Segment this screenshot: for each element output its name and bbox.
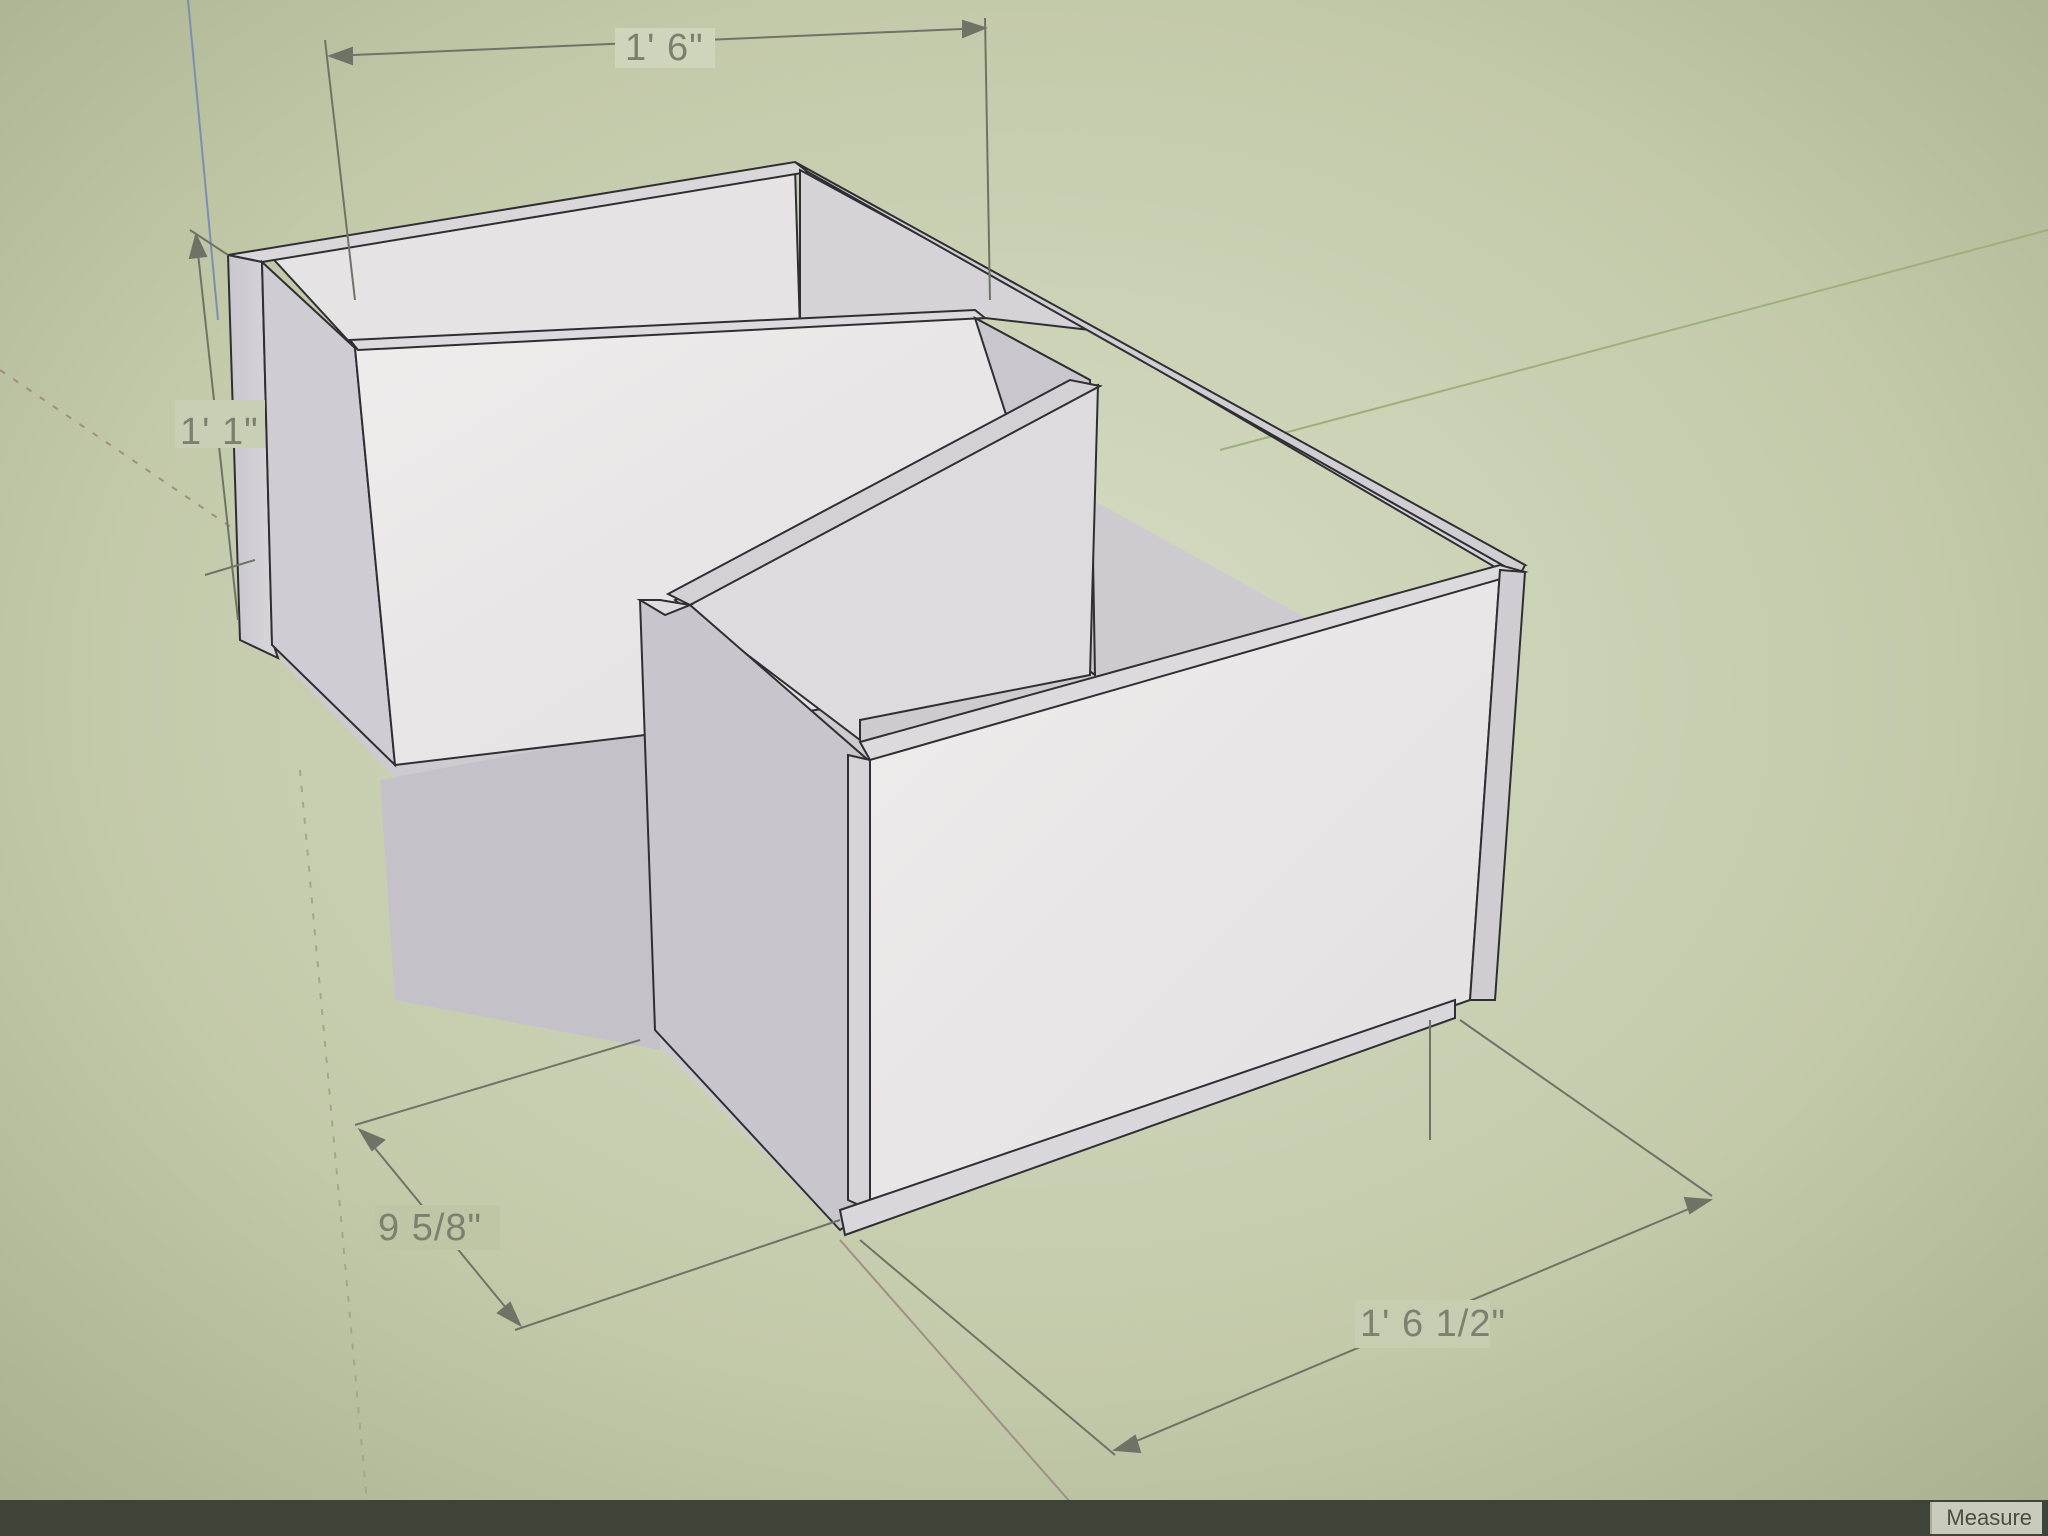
dim-label-front-depth: 9 5/8" (378, 1207, 482, 1249)
dim-label-height: 1' 1" (180, 411, 259, 453)
front-panel-left-edge (847, 753, 871, 1212)
model-canvas[interactable]: 1' 6" 1' 1" 9 5/8" 1' 6 1/2" (0, 0, 2048, 1536)
dim-label-side-length: 1' 6 1/2" (1360, 1303, 1506, 1345)
dim-label-top-width: 1' 6" (625, 27, 704, 69)
modeling-viewport[interactable]: 1' 6" 1' 1" 9 5/8" 1' 6 1/2" Measure (0, 0, 2048, 1536)
measurements-label: Measure (1930, 1502, 2042, 1534)
status-bar: Measure (0, 1500, 2048, 1536)
floor-shadow (380, 730, 660, 1050)
